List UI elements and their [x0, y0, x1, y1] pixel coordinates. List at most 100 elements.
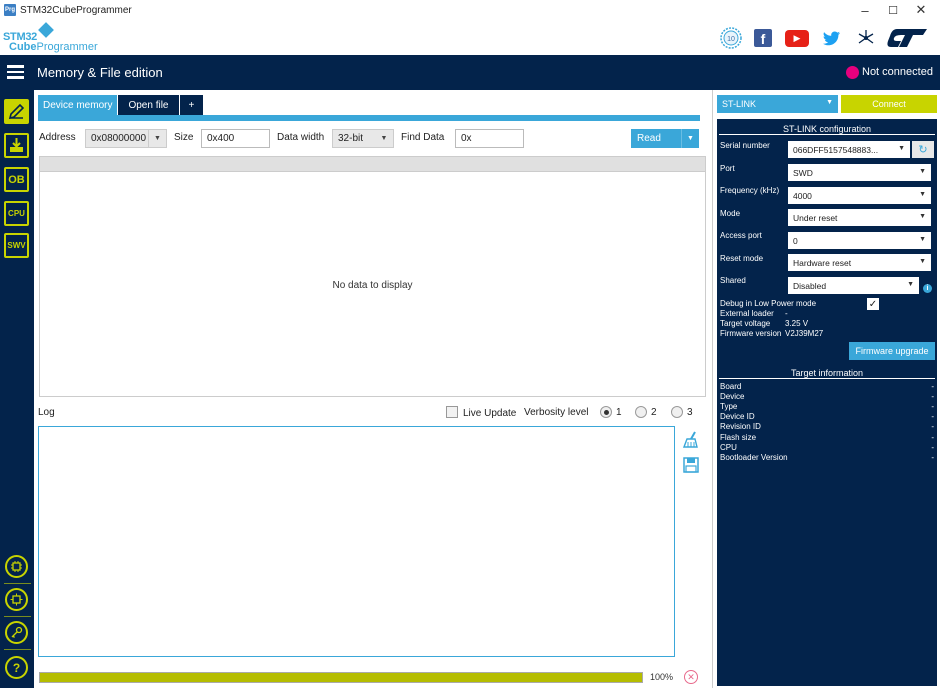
info-icon[interactable]: i: [923, 284, 932, 293]
clear-log-icon[interactable]: [681, 429, 701, 449]
help-icon: ?: [12, 660, 21, 675]
stm32cubeprogrammer-logo: STM32 CubeProgrammer: [3, 22, 98, 53]
chevron-down-icon: ▼: [380, 135, 388, 142]
connect-button[interactable]: Connect: [841, 95, 937, 113]
pencil-icon: [8, 103, 25, 120]
tab-add[interactable]: +: [179, 95, 204, 115]
firmware-version-value: V2J39M27: [785, 329, 824, 338]
target-info-row: Board -: [720, 382, 934, 391]
target-info-row: Type -: [720, 402, 934, 411]
sidebar-plugin-button[interactable]: [5, 555, 28, 578]
shield-chip-icon: [10, 593, 23, 606]
mode-label: Mode: [720, 209, 741, 218]
data-width-select[interactable]: 32-bit ▼: [332, 129, 394, 148]
interface-select[interactable]: ST-LINK ▼: [717, 95, 838, 113]
find-data-label: Find Data: [401, 132, 445, 143]
sidebar-cpu-button[interactable]: CPU: [4, 201, 29, 226]
tab-open-file[interactable]: Open file: [118, 95, 179, 115]
shared-label: Shared: [720, 276, 746, 285]
frequency-select[interactable]: 4000 ▼: [788, 187, 931, 204]
sidebar-memory-edit-button[interactable]: [4, 99, 29, 124]
tab-underline: [38, 115, 700, 121]
verbosity-radio-2[interactable]: [635, 406, 647, 418]
sidebar-help-button[interactable]: ?: [5, 656, 28, 679]
youtube-icon[interactable]: ▶: [784, 26, 810, 50]
network-icon[interactable]: [855, 26, 877, 50]
progress-percent: 100%: [650, 672, 674, 682]
access-port-select[interactable]: 0 ▼: [788, 232, 931, 249]
live-update-label: Live Update: [463, 408, 517, 419]
access-port-label: Access port: [720, 231, 762, 240]
window-title: STM32CubeProgrammer: [20, 4, 132, 16]
chevron-down-icon: ▼: [919, 191, 926, 198]
connection-status-text: Not connected: [862, 66, 933, 78]
serial-number-label: Serial number: [720, 141, 770, 150]
chevron-down-icon: ▼: [919, 213, 926, 220]
tab-device-memory[interactable]: Device memory: [38, 95, 118, 115]
svg-text:10: 10: [727, 36, 735, 43]
memory-file-edition-panel: Device memory Open file + Address 0x0800…: [34, 90, 712, 688]
shared-select[interactable]: Disabled ▼: [788, 277, 919, 294]
chip-icon: [11, 561, 22, 572]
address-combo[interactable]: 0x08000000 ▼: [85, 129, 167, 148]
size-input[interactable]: 0x400: [201, 129, 270, 148]
verbosity-option-3: 3: [687, 407, 693, 418]
memory-view[interactable]: No data to display: [39, 156, 706, 397]
frequency-label: Frequency (kHz): [720, 186, 780, 195]
close-button[interactable]: ✕: [905, 0, 937, 20]
top-bar: Memory & File edition Not connected: [0, 55, 940, 90]
address-label: Address: [39, 132, 76, 143]
facebook-icon[interactable]: f: [752, 26, 774, 50]
target-info-row: Device -: [720, 392, 934, 401]
live-update-checkbox[interactable]: [446, 406, 458, 418]
cancel-icon[interactable]: ✕: [684, 670, 698, 684]
key-icon: [11, 626, 23, 638]
target-info-row: Flash size -: [720, 433, 934, 442]
target-info-row: Bootloader Version -: [720, 453, 934, 462]
sidebar-swv-button[interactable]: SWV: [4, 233, 29, 258]
chevron-down-icon: ▼: [919, 258, 926, 265]
save-log-icon[interactable]: [681, 455, 701, 475]
progress-bar: [39, 672, 643, 683]
app-window: Prg STM32CubeProgrammer – ☐ ✕ STM32 Cube…: [0, 0, 940, 688]
sidebar-security-button[interactable]: [5, 588, 28, 611]
log-output[interactable]: [38, 426, 675, 657]
target-info-row: CPU -: [720, 443, 934, 452]
page-title: Memory & File edition: [37, 65, 163, 80]
chevron-down-icon[interactable]: ▼: [681, 129, 699, 148]
connection-status-dot: [846, 66, 859, 79]
progress-bar-fill: [40, 673, 642, 682]
sidebar-option-bytes-button[interactable]: OB: [4, 167, 29, 192]
verbosity-label: Verbosity level: [524, 407, 589, 418]
read-button[interactable]: Read ▼: [631, 129, 699, 148]
port-label: Port: [720, 164, 735, 173]
sidebar-settings-button[interactable]: [5, 621, 28, 644]
chevron-down-icon: ▼: [148, 130, 166, 147]
reset-mode-label: Reset mode: [720, 254, 764, 263]
debug-low-power-checkbox[interactable]: ✓: [867, 298, 879, 310]
chevron-down-icon: ▼: [907, 281, 914, 288]
size-label: Size: [174, 132, 194, 143]
port-select[interactable]: SWD ▼: [788, 164, 931, 181]
firmware-version-label: Firmware version: [720, 329, 782, 338]
anniversary-badge-icon[interactable]: 10: [719, 26, 743, 50]
sidebar-erase-program-button[interactable]: [4, 133, 29, 158]
cube-icon: [38, 22, 54, 38]
stlink-config-panel: ST-LINK configuration Serial number 066D…: [717, 119, 937, 686]
st-logo-icon[interactable]: [886, 26, 930, 50]
reset-mode-select[interactable]: Hardware reset ▼: [788, 254, 931, 271]
firmware-upgrade-button[interactable]: Firmware upgrade: [849, 342, 935, 360]
refresh-icon[interactable]: ↻: [912, 141, 934, 158]
find-data-input[interactable]: 0x: [455, 129, 524, 148]
verbosity-radio-1[interactable]: [600, 406, 612, 418]
data-width-label: Data width: [277, 132, 325, 143]
menu-hamburger-icon[interactable]: [7, 65, 24, 79]
left-sidebar: OB CPU SWV ?: [0, 90, 34, 688]
stlink-config-title: ST-LINK configuration: [782, 124, 872, 134]
chevron-down-icon: ▼: [919, 236, 926, 243]
tab-bar: Device memory Open file +: [38, 95, 204, 115]
serial-number-select[interactable]: 066DFF5157548883... ▼: [788, 141, 910, 158]
twitter-icon[interactable]: [822, 26, 842, 50]
mode-select[interactable]: Under reset ▼: [788, 209, 931, 226]
verbosity-radio-3[interactable]: [671, 406, 683, 418]
